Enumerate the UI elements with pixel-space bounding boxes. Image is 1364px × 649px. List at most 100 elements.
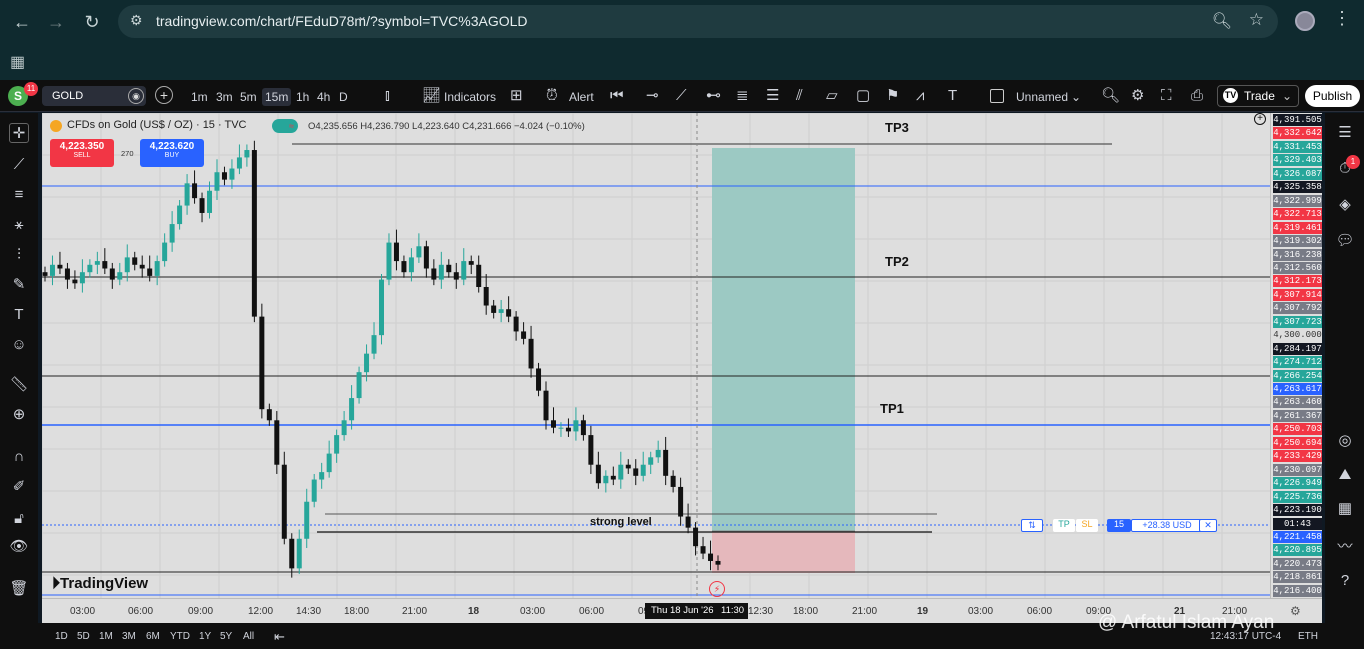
fib-tool-icon[interactable]: ≡ <box>9 185 29 205</box>
trash-icon[interactable]: 🗑︎ <box>9 579 29 599</box>
symbol-eye-icon[interactable]: ◉ <box>128 88 144 104</box>
layout-name[interactable]: Unnamed <box>1016 88 1068 106</box>
indicators-button[interactable]: Indicators <box>444 88 496 106</box>
broadcast-icon[interactable]: 〰 <box>1335 537 1355 557</box>
brush-tool-icon[interactable]: ✎ <box>9 275 29 295</box>
zoom-icon[interactable]: 🔍︎ <box>1212 11 1232 31</box>
tp2-label[interactable]: TP2 <box>885 254 909 269</box>
crosshair-tool-icon[interactable]: ✛ <box>9 123 29 143</box>
currency-label[interactable]: ETH <box>1298 631 1318 642</box>
object-tree-layers-icon[interactable]: ◈ <box>1335 195 1355 215</box>
strong-level-label[interactable]: strong level <box>590 516 652 528</box>
channel-tool-icon[interactable]: ▱ <box>826 86 838 106</box>
templates-icon[interactable]: ⊞ <box>510 86 523 106</box>
address-bar[interactable]: ⚙ tradingview.com/chart/FEduD78m/?symbol… <box>118 5 1278 38</box>
apps-grid-icon[interactable]: ▦ <box>10 52 25 72</box>
range-1y[interactable]: 1Y <box>199 631 211 642</box>
compare-add-icon[interactable]: + <box>155 86 173 104</box>
url-text[interactable]: tradingview.com/chart/FEduD78m/?symbol=T… <box>156 13 528 29</box>
goto-date-icon[interactable]: ⇤ <box>274 629 285 645</box>
legend-title[interactable]: CFDs on Gold (US$ / OZ) · 15 · TVC <box>50 119 247 131</box>
snapshot-camera-icon[interactable]: ⎙ <box>1191 86 1203 106</box>
back-icon[interactable]: ← <box>8 8 36 36</box>
interval-15m[interactable]: 15m <box>262 88 292 106</box>
trend-line-tool-icon[interactable]: ⟋ <box>676 86 687 106</box>
trade-dropdown-icon[interactable]: ⌄ <box>1282 86 1292 106</box>
position-qty[interactable]: 15 <box>1107 519 1131 532</box>
mountain-icon[interactable]: ⛰︎ <box>1335 465 1355 485</box>
interval-3m[interactable]: 3m <box>216 88 233 106</box>
close-position-icon[interactable]: ✕ <box>1199 519 1217 532</box>
long-position-tool-icon[interactable]: ⚑ <box>886 86 899 106</box>
line-tool-icon[interactable]: ⟋ <box>9 155 29 175</box>
publish-button[interactable]: Publish <box>1305 85 1360 107</box>
lock-icon[interactable]: 🔓︎ <box>9 509 29 529</box>
tp1-label[interactable]: TP1 <box>880 401 904 416</box>
alert-button[interactable]: Alert <box>569 88 594 106</box>
buy-button[interactable]: 4,223.620 BUY <box>140 139 204 167</box>
browser-menu-icon[interactable]: ⋮ <box>1333 8 1351 29</box>
horizontal-ray-tool-icon[interactable]: ⊸ <box>646 86 659 106</box>
help-icon[interactable]: ? <box>1335 571 1355 591</box>
sell-button[interactable]: 4,223.350 SELL <box>50 139 114 167</box>
fib-retracement-tool-icon[interactable]: ≣ <box>736 86 749 106</box>
position-sl-button[interactable]: SL <box>1076 519 1098 532</box>
magnet-icon[interactable]: ∩ <box>9 447 29 467</box>
forecast-tools-icon[interactable]: ⫶ <box>9 245 29 265</box>
range-1d[interactable]: 1D <box>55 631 68 642</box>
alert-icon[interactable]: ⏰︎ <box>546 86 558 106</box>
text-tool-icon[interactable]: T <box>948 86 957 106</box>
interval-D[interactable]: D <box>339 88 348 106</box>
range-6m[interactable]: 6M <box>146 631 160 642</box>
zoom-in-icon[interactable]: ⊕ <box>9 405 29 425</box>
range-ytd[interactable]: YTD <box>170 631 190 642</box>
chat-icon[interactable]: 💬︎ <box>1335 231 1355 251</box>
site-info-icon[interactable]: ⚙ <box>130 12 143 29</box>
range-all[interactable]: All <box>243 631 254 642</box>
pitchfork-tool-icon[interactable]: ⫽ <box>796 86 803 106</box>
calendar-icon[interactable]: ▦ <box>1335 499 1355 519</box>
pattern-tool-icon[interactable]: ⩘ <box>916 86 924 106</box>
chart-type-candles-icon[interactable]: ⫾ <box>385 86 390 106</box>
range-5d[interactable]: 5D <box>77 631 90 642</box>
interval-4h[interactable]: 4h <box>317 88 330 106</box>
event-flash-icon[interactable]: ⚡︎ <box>709 581 725 597</box>
fullscreen-icon[interactable]: ⛶ <box>1161 86 1172 106</box>
interval-1m[interactable]: 1m <box>191 88 208 106</box>
target-icon[interactable]: ◎ <box>1335 431 1355 451</box>
quick-search-icon[interactable]: 🔍︎ <box>1101 86 1120 106</box>
trade-button[interactable]: TV Trade ⌄ <box>1217 85 1299 107</box>
fib-extension-tool-icon[interactable]: ☰ <box>766 86 779 106</box>
emoji-icon[interactable]: ☺ <box>9 335 29 355</box>
layout-checkbox-icon[interactable] <box>990 89 1004 103</box>
position-reverse-icon[interactable]: ⇅ <box>1021 519 1043 532</box>
text-annotation-icon[interactable]: T <box>9 305 29 325</box>
position-pnl[interactable]: +28.38 USD <box>1131 519 1203 532</box>
range-5y[interactable]: 5Y <box>220 631 232 642</box>
visibility-eye-icon[interactable]: 👁︎ <box>9 537 29 557</box>
range-1m[interactable]: 1M <box>99 631 113 642</box>
position-tp-button[interactable]: TP <box>1053 519 1075 532</box>
lock-drawings-pencil-icon[interactable]: ✐ <box>9 477 29 497</box>
indicators-icon[interactable]: 📈︎ <box>422 86 441 106</box>
time-axis-settings-icon[interactable]: ⚙ <box>1290 604 1301 618</box>
add-price-level-icon[interactable]: + <box>1254 113 1266 125</box>
pattern-tools-icon[interactable]: ⚹ <box>9 215 29 235</box>
interval-dropdown-icon[interactable]: ⌄ <box>357 7 367 25</box>
layout-dropdown-icon[interactable]: ⌄ <box>1071 88 1081 106</box>
profile-avatar[interactable] <box>1295 11 1315 31</box>
replay-icon[interactable]: ⏮︎ <box>610 86 624 106</box>
reload-icon[interactable]: ↻ <box>78 8 106 36</box>
tp3-label[interactable]: TP3 <box>885 120 909 135</box>
price-axis[interactable]: 4,391.505 4,332.642 4,331.453 4,329.403 4,32… <box>1270 113 1322 598</box>
forward-icon[interactable]: → <box>42 8 70 36</box>
interval-1h[interactable]: 1h <box>296 88 309 106</box>
range-3m[interactable]: 3M <box>122 631 136 642</box>
settings-gear-icon[interactable]: ⚙ <box>1131 86 1144 106</box>
watchlist-icon[interactable]: ☰ <box>1335 123 1355 143</box>
interval-5m[interactable]: 5m <box>240 88 257 106</box>
market-status-icon[interactable]: ≈ <box>272 119 298 133</box>
bookmark-star-icon[interactable]: ☆ <box>1249 10 1264 30</box>
horizontal-line-tool-icon[interactable]: ⊷ <box>706 86 721 106</box>
rectangle-tool-icon[interactable]: ▢ <box>856 86 870 106</box>
